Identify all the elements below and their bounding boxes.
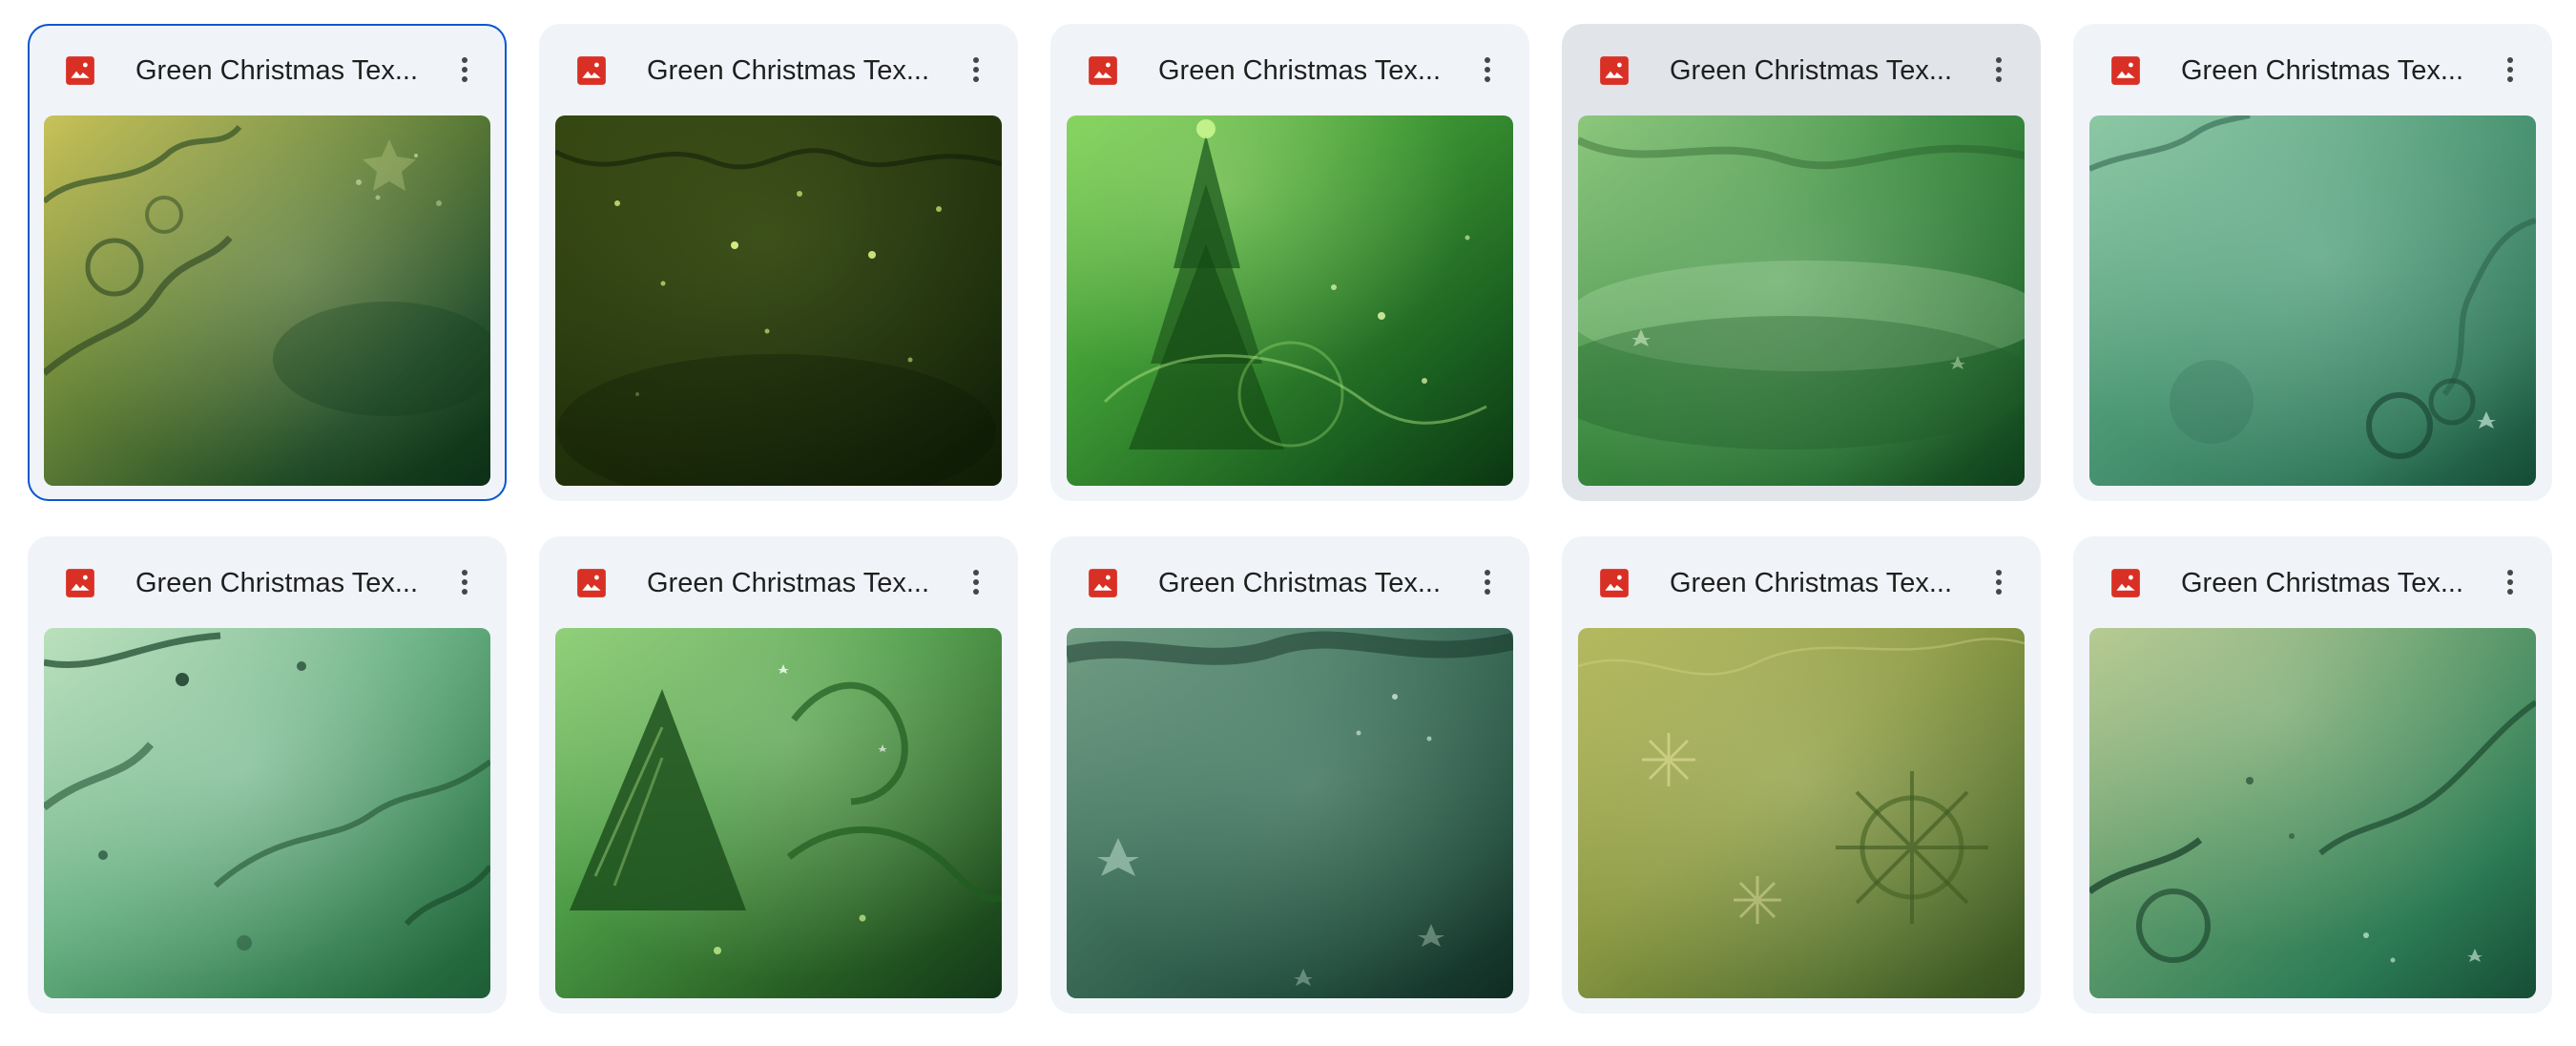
green-christmas-texture-image	[2089, 115, 2536, 486]
file-thumbnail[interactable]	[2089, 115, 2536, 486]
file-thumbnail[interactable]	[555, 115, 1002, 486]
file-card[interactable]: Green Christmas Tex...	[1562, 24, 2041, 501]
file-card-header: Green Christmas Tex...	[2073, 536, 2552, 628]
file-title: Green Christmas Tex...	[647, 568, 930, 598]
file-card-header: Green Christmas Tex...	[1050, 536, 1529, 628]
file-title: Green Christmas Tex...	[647, 55, 930, 86]
file-title: Green Christmas Tex...	[135, 568, 419, 598]
more-actions-button[interactable]	[1466, 561, 1508, 603]
file-thumbnail[interactable]	[1067, 628, 1513, 998]
image-file-icon	[66, 569, 94, 597]
green-christmas-texture-image	[1578, 115, 2025, 486]
file-title: Green Christmas Tex...	[135, 55, 419, 86]
file-thumbnail[interactable]	[44, 628, 490, 998]
file-card[interactable]: Green Christmas Tex...	[1050, 536, 1529, 1014]
image-file-icon	[2111, 56, 2140, 85]
image-file-icon	[1600, 56, 1629, 85]
file-title: Green Christmas Tex...	[1670, 55, 1953, 86]
image-file-icon	[66, 56, 94, 85]
more-actions-button[interactable]	[1466, 49, 1508, 91]
more-actions-button[interactable]	[1978, 561, 2020, 603]
file-card-header: Green Christmas Tex...	[28, 24, 507, 115]
file-thumbnail[interactable]	[2089, 628, 2536, 998]
file-grid: Green Christmas Tex... Green Christmas T…	[0, 0, 2576, 1046]
more-vert-icon	[462, 570, 467, 595]
file-card-header: Green Christmas Tex...	[1562, 24, 2041, 115]
file-card-header: Green Christmas Tex...	[2073, 24, 2552, 115]
green-christmas-texture-image	[1578, 628, 2025, 998]
file-thumbnail[interactable]	[1578, 115, 2025, 486]
file-card[interactable]: Green Christmas Tex...	[539, 536, 1018, 1014]
more-actions-button[interactable]	[955, 49, 997, 91]
more-vert-icon	[2507, 57, 2513, 82]
file-card[interactable]: Green Christmas Tex...	[2073, 536, 2552, 1014]
image-file-icon	[1089, 56, 1117, 85]
file-card[interactable]: Green Christmas Tex...	[1050, 24, 1529, 501]
green-christmas-texture-image	[44, 115, 490, 486]
file-card[interactable]: Green Christmas Tex...	[28, 24, 507, 501]
file-title: Green Christmas Tex...	[1670, 568, 1953, 598]
file-card-header: Green Christmas Tex...	[539, 24, 1018, 115]
more-vert-icon	[973, 570, 979, 595]
green-christmas-texture-image	[1067, 115, 1513, 486]
more-vert-icon	[462, 57, 467, 82]
file-card[interactable]: Green Christmas Tex...	[2073, 24, 2552, 501]
image-file-icon	[577, 569, 606, 597]
file-card-header: Green Christmas Tex...	[1050, 24, 1529, 115]
file-title: Green Christmas Tex...	[1158, 55, 1442, 86]
more-actions-button[interactable]	[1978, 49, 2020, 91]
more-vert-icon	[1485, 570, 1490, 595]
image-file-icon	[1600, 569, 1629, 597]
file-card-header: Green Christmas Tex...	[28, 536, 507, 628]
file-card-header: Green Christmas Tex...	[539, 536, 1018, 628]
file-thumbnail[interactable]	[1067, 115, 1513, 486]
file-title: Green Christmas Tex...	[2181, 568, 2464, 598]
more-vert-icon	[973, 57, 979, 82]
file-title: Green Christmas Tex...	[2181, 55, 2464, 86]
file-card[interactable]: Green Christmas Tex...	[1562, 536, 2041, 1014]
more-vert-icon	[1996, 57, 2002, 82]
green-christmas-texture-image	[555, 628, 1002, 998]
file-thumbnail[interactable]	[555, 628, 1002, 998]
more-actions-button[interactable]	[2489, 561, 2531, 603]
file-title: Green Christmas Tex...	[1158, 568, 1442, 598]
more-vert-icon	[1485, 57, 1490, 82]
green-christmas-texture-image	[555, 115, 1002, 486]
file-card[interactable]: Green Christmas Tex...	[28, 536, 507, 1014]
more-vert-icon	[1996, 570, 2002, 595]
more-actions-button[interactable]	[444, 561, 486, 603]
file-card-header: Green Christmas Tex...	[1562, 536, 2041, 628]
image-file-icon	[577, 56, 606, 85]
file-thumbnail[interactable]	[44, 115, 490, 486]
more-actions-button[interactable]	[444, 49, 486, 91]
more-vert-icon	[2507, 570, 2513, 595]
more-actions-button[interactable]	[955, 561, 997, 603]
file-thumbnail[interactable]	[1578, 628, 2025, 998]
image-file-icon	[1089, 569, 1117, 597]
green-christmas-texture-image	[44, 628, 490, 998]
image-file-icon	[2111, 569, 2140, 597]
green-christmas-texture-image	[1067, 628, 1513, 998]
file-card[interactable]: Green Christmas Tex...	[539, 24, 1018, 501]
green-christmas-texture-image	[2089, 628, 2536, 998]
more-actions-button[interactable]	[2489, 49, 2531, 91]
